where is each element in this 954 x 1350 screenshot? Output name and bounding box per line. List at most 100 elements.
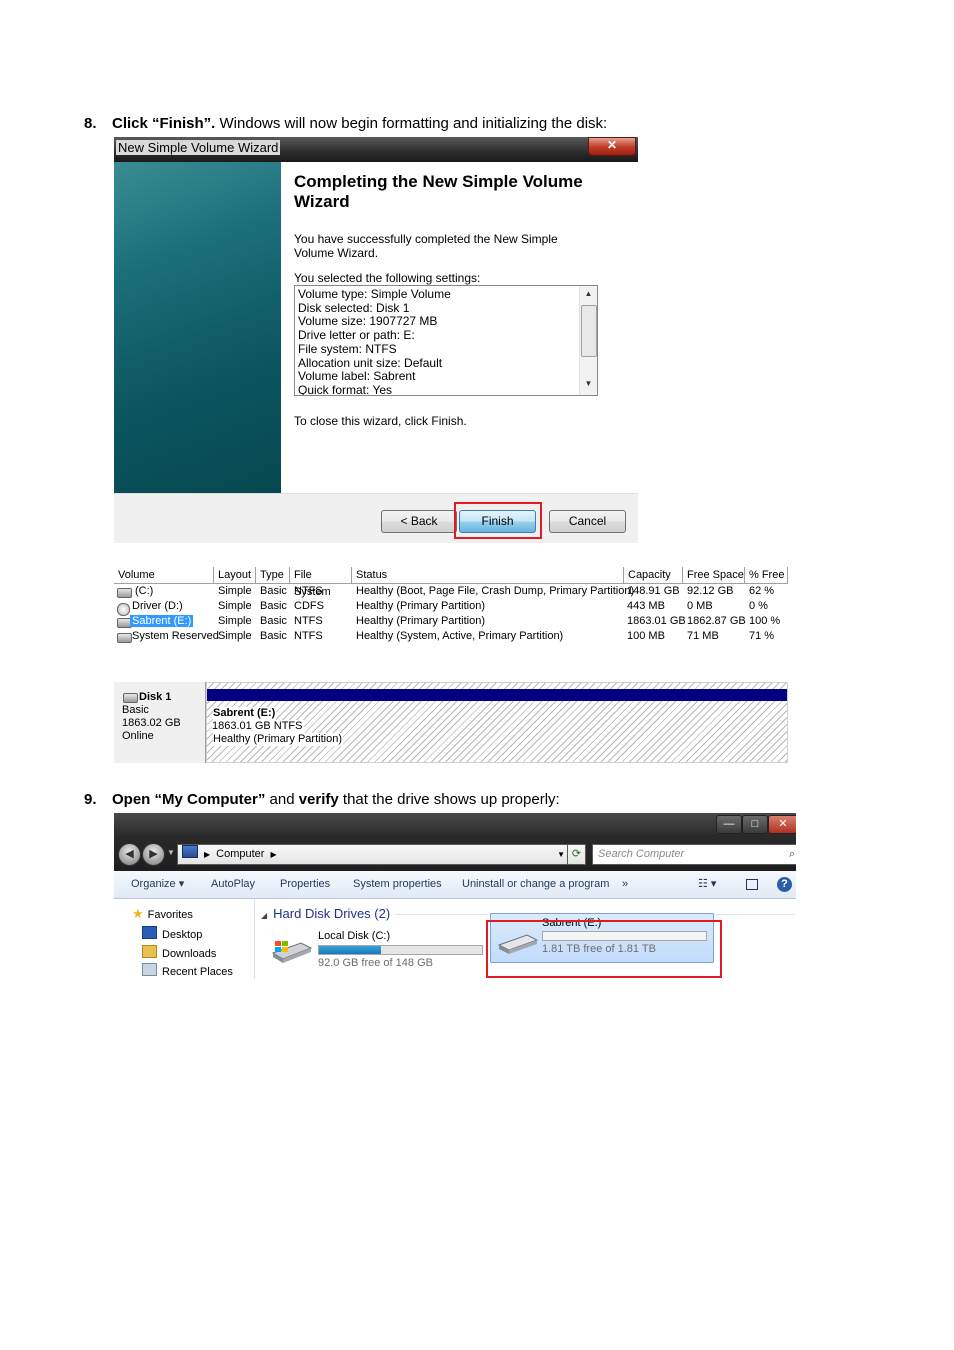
setting-item: Disk selected: Disk 1 [298,300,410,315]
organize-menu[interactable]: Organize ▾ [131,871,184,898]
cell-percent-free: 100 % [749,615,781,627]
partition-bar [207,689,787,701]
search-input[interactable]: Search Computer ⌕ [592,844,796,865]
cell-layout: Simple [218,585,252,597]
setting-item: Volume size: 1907727 MB [298,314,438,329]
nav-label: Desktop [162,929,203,941]
scroll-down-arrow-icon[interactable]: ▼ [580,379,597,388]
hard-disk-drives-group[interactable]: ◢ Hard Disk Drives (2) [261,906,390,921]
scroll-up-arrow-icon[interactable]: ▲ [580,289,597,298]
drive-icon [117,633,132,643]
col-header-free-space[interactable]: Free Space [683,567,745,583]
cell-type: Basic [260,630,287,642]
autoplay-button[interactable]: AutoPlay [211,871,255,898]
setting-item: Volume type: Simple Volume [298,287,451,301]
disk-label[interactable]: Disk 1 Basic 1863.02 GB Online [114,682,206,763]
col-header-layout[interactable]: Layout [214,567,256,583]
cell-layout: Simple [218,630,252,642]
recent-places-icon [142,963,157,976]
change-view-icon[interactable]: ☷ ▾ [698,871,716,898]
col-header-file-system[interactable]: File System [290,567,352,598]
step-action: Open “My Computer” [112,791,266,808]
group-label: Hard Disk Drives (2) [273,906,391,921]
setting-item: Quick format: Yes [298,382,393,396]
partition-status: Healthy (Primary Partition) [213,733,343,746]
cell-free-space: 0 MB [687,600,713,612]
close-button[interactable]: ✕ [768,815,796,834]
nav-recent-places[interactable]: Recent Places [142,963,233,979]
step-description: Windows will now begin formatting and in… [215,115,608,132]
col-header-status[interactable]: Status [352,567,624,583]
system-properties-button[interactable]: System properties [353,871,442,898]
wizard-side-banner [114,162,281,493]
cell-percent-free: 71 % [749,630,775,642]
disk-status: Online [122,730,154,742]
star-icon: ★ [132,906,144,921]
search-icon[interactable]: ⌕ [789,845,795,864]
cell-status: Healthy (Primary Partition) [356,600,485,612]
recent-pages-dropdown-icon[interactable]: ▼ [167,848,175,857]
address-bar[interactable]: ▶ Computer ▶ ▼ ⟳ [177,844,586,865]
preview-pane-icon[interactable] [746,879,758,890]
command-bar: Organize ▾ AutoPlay Properties System pr… [114,871,796,899]
settings-summary-box[interactable]: Volume type: Simple Volume Disk selected… [294,285,598,396]
cell-capacity: 443 MB [627,600,665,612]
explorer-window: — □ ✕ ◀ ▶ ▼ ▶ Computer ▶ ▼ ⟳ Search Comput… [114,813,796,979]
sabrent-highlight-box [486,920,722,978]
wizard-success-text: You have successfully completed the New … [294,232,558,260]
volume-list-table: Volume Layout Type File System Status Ca… [114,567,788,647]
setting-item: Drive letter or path: E: [298,328,415,343]
partition-size: 1863.01 GB NTFS [212,720,304,733]
cell-layout: Simple [218,615,252,627]
address-dropdown-icon[interactable]: ▼ [557,845,565,864]
nav-label: Favorites [147,909,193,921]
col-header-capacity[interactable]: Capacity [624,567,683,583]
partition-sabrent[interactable]: Sabrent (E:) 1863.01 GB NTFS Healthy (Pr… [206,682,788,763]
wizard-heading: Completing the New Simple Volume Wizard [294,172,583,211]
cell-type: Basic [260,615,287,627]
explorer-title-bar[interactable]: — □ ✕ ◀ ▶ ▼ ▶ Computer ▶ ▼ ⟳ Search Comput… [114,813,796,871]
help-icon[interactable]: ? [777,877,792,892]
cd-drive-icon [117,603,130,616]
setting-item: Allocation unit size: Default [298,355,443,370]
wizard-window-title: New Simple Volume Wizard [116,140,281,155]
cell-capacity: 100 MB [627,630,665,642]
downloads-folder-icon [142,945,157,958]
cell-capacity: 148.91 GB [627,585,680,597]
col-header-percent-free[interactable]: % Free [745,567,788,583]
forward-arrow-icon[interactable]: ▶ [142,843,165,866]
uninstall-program-button[interactable]: Uninstall or change a program [462,871,609,898]
col-header-type[interactable]: Type [256,567,290,583]
wizard-close-button[interactable]: ✕ [588,137,636,156]
nav-downloads[interactable]: Downloads [142,945,216,961]
step-connector: and [265,791,299,808]
wizard-close-instruction: To close this wizard, click Finish. [294,414,467,428]
maximize-button[interactable]: □ [742,815,768,834]
minimize-button[interactable]: — [716,815,742,834]
cell-capacity: 1863.01 GB [627,615,686,627]
properties-button[interactable]: Properties [280,871,330,898]
back-arrow-icon[interactable]: ◀ [118,843,141,866]
col-header-volume[interactable]: Volume [114,567,214,583]
finish-highlight-box [454,502,542,539]
cancel-button[interactable]: Cancel [549,510,626,533]
drive-icon [117,588,132,598]
cell-volume: Driver (D:) [132,600,183,612]
back-button[interactable]: < Back [381,510,457,533]
settings-scrollbar[interactable]: ▲ ▼ [579,286,597,395]
scrollbar-thumb[interactable] [581,305,597,357]
collapse-icon[interactable]: ◢ [261,911,267,920]
more-commands-icon[interactable]: » [622,871,628,898]
disk-size: 1863.02 GB [122,717,181,729]
wizard-title-bar[interactable]: New Simple Volume Wizard ✕ [114,137,638,162]
address-path[interactable]: Computer [216,848,264,860]
nav-favorites[interactable]: ★ Favorites [132,907,193,922]
breadcrumb-chevron-icon[interactable]: ▶ [270,850,276,859]
refresh-icon[interactable]: ⟳ [567,844,586,865]
cell-file-system: NTFS [294,615,323,627]
cell-type: Basic [260,585,287,597]
nav-desktop[interactable]: Desktop [142,926,202,942]
new-simple-volume-wizard: New Simple Volume Wizard ✕ Completing th… [114,137,638,543]
step-number: 9. [84,791,97,808]
disk-icon [123,693,138,703]
